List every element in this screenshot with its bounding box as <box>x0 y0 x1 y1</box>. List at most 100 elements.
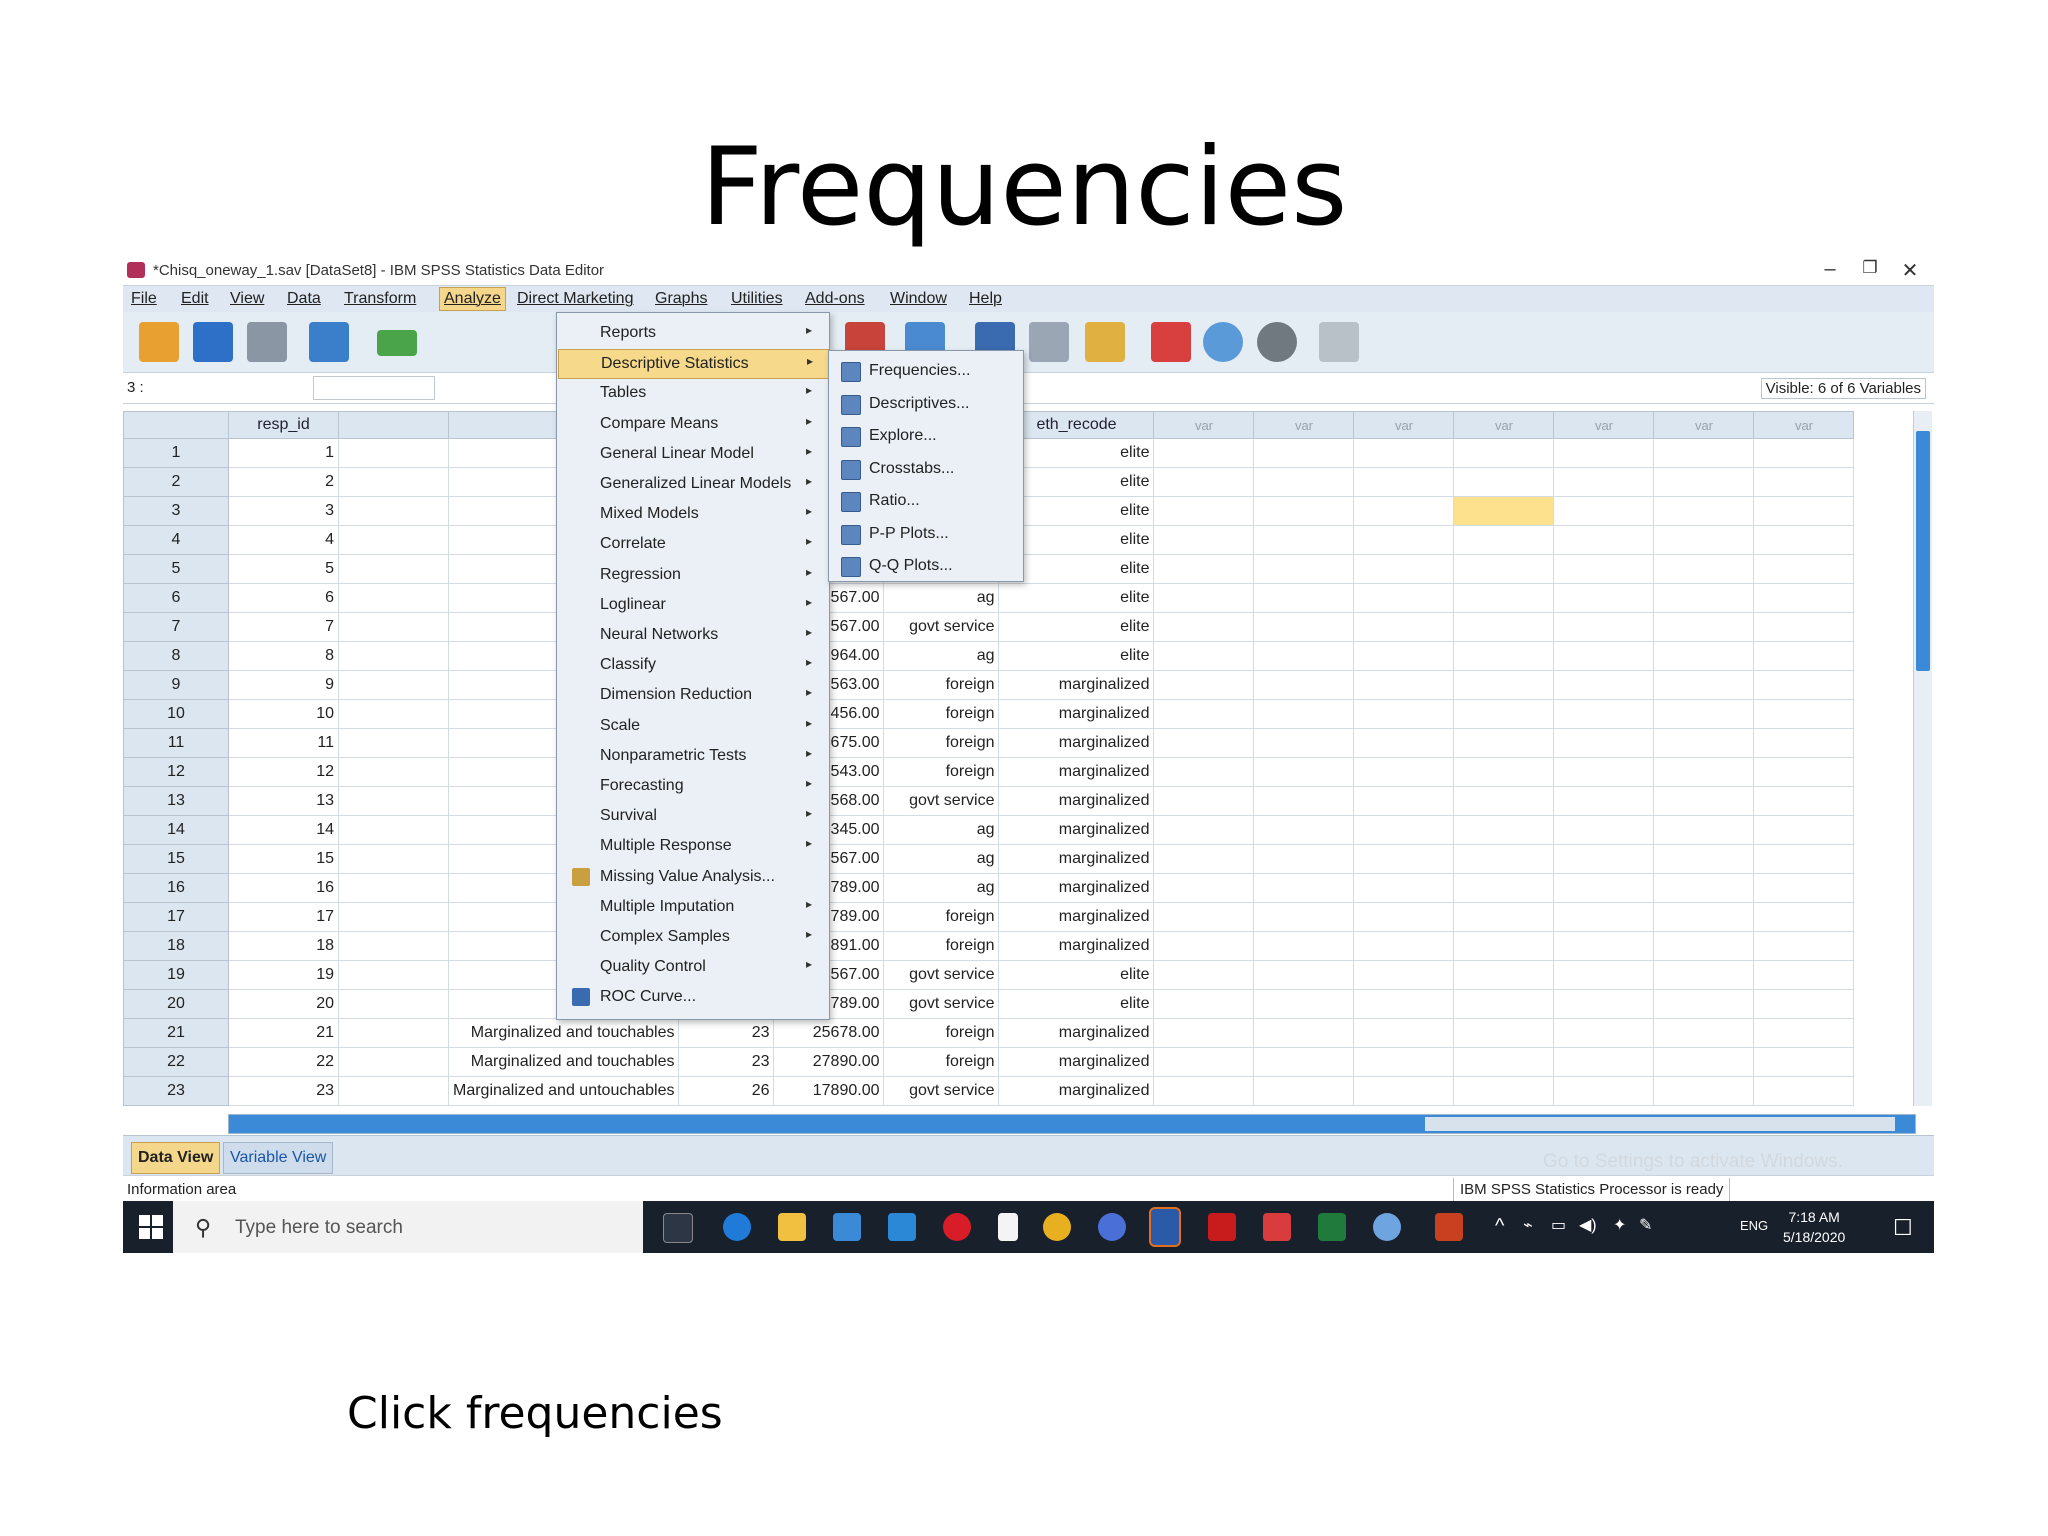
undo-icon[interactable] <box>377 330 417 356</box>
empty-var-cell[interactable] <box>1253 815 1355 845</box>
cell-eth-recode[interactable]: marginalized <box>998 786 1155 816</box>
dialog-recall-icon[interactable] <box>309 322 349 362</box>
cell-resp-id[interactable]: 14 <box>228 815 339 845</box>
cell-resp-id[interactable]: 18 <box>228 931 339 961</box>
submenu-item-qq-plots[interactable]: Q-Q Plots... <box>833 552 1019 580</box>
row-header[interactable]: 19 <box>123 960 229 990</box>
edge-browser-icon[interactable] <box>723 1213 751 1241</box>
cell-group[interactable]: Marginalized and touchables <box>447 1018 680 1048</box>
cell-eth-recode[interactable]: marginalized <box>998 670 1155 700</box>
empty-var-cell[interactable] <box>1553 873 1655 903</box>
row-header[interactable]: 13 <box>123 786 229 816</box>
empty-var-cell[interactable] <box>1253 728 1355 758</box>
battery-icon[interactable]: ▭ <box>1551 1215 1566 1235</box>
open-folder-icon[interactable] <box>139 322 179 362</box>
cell[interactable] <box>338 467 449 497</box>
corner-cell[interactable] <box>123 411 229 439</box>
analyze-menu-item[interactable]: Multiple Imputation ▸ <box>558 893 828 921</box>
cell[interactable] <box>338 786 449 816</box>
empty-var-cell[interactable] <box>1153 1076 1255 1106</box>
cell-eth-recode[interactable]: marginalized <box>998 931 1155 961</box>
menu-window[interactable]: Window <box>890 290 947 308</box>
empty-var-cell[interactable] <box>1353 728 1455 758</box>
cell-eth-recode[interactable]: marginalized <box>998 815 1155 845</box>
empty-var-cell[interactable] <box>1553 989 1655 1019</box>
empty-var-cell[interactable] <box>1253 989 1355 1019</box>
cell-eth-recode[interactable]: marginalized <box>998 728 1155 758</box>
restore-button[interactable]: ❐ <box>1850 258 1890 282</box>
close-button[interactable]: ✕ <box>1890 258 1930 282</box>
empty-var-cell[interactable] <box>1553 496 1655 526</box>
empty-var-cell[interactable] <box>1753 931 1855 961</box>
cell-occupation[interactable]: foreign <box>883 902 1000 932</box>
empty-var-cell[interactable] <box>1253 670 1355 700</box>
analyze-menu-item[interactable]: Missing Value Analysis... <box>558 863 828 891</box>
cell[interactable] <box>338 1047 449 1077</box>
vertical-scrollbar[interactable] <box>1913 411 1932 1106</box>
cell-occupation[interactable]: foreign <box>883 1018 1000 1048</box>
cell-eth-recode[interactable]: marginalized <box>998 844 1155 874</box>
empty-var-cell[interactable] <box>1453 554 1555 584</box>
empty-var-cell[interactable] <box>1453 1018 1555 1048</box>
empty-var-cell[interactable] <box>1353 786 1455 816</box>
cell-resp-id[interactable]: 5 <box>228 554 339 584</box>
menu-help[interactable]: Help <box>969 290 1002 308</box>
analyze-menu-item[interactable]: Survival ▸ <box>558 802 828 830</box>
cell-resp-id[interactable]: 13 <box>228 786 339 816</box>
empty-var-cell[interactable] <box>1453 438 1555 468</box>
cell-eth-recode[interactable]: elite <box>998 989 1155 1019</box>
empty-var-cell[interactable] <box>1353 612 1455 642</box>
taskbar-search[interactable]: ⚲ Type here to search <box>173 1201 643 1253</box>
cell[interactable]: 26 <box>678 1076 775 1106</box>
empty-var-cell[interactable] <box>1453 844 1555 874</box>
empty-var-cell[interactable] <box>1153 931 1255 961</box>
empty-var-cell[interactable] <box>1653 1076 1755 1106</box>
cell-eth-recode[interactable]: elite <box>998 612 1155 642</box>
mail-icon[interactable] <box>888 1213 916 1241</box>
empty-var-cell[interactable] <box>1253 641 1355 671</box>
empty-var-cell[interactable] <box>1753 612 1855 642</box>
empty-var-cell[interactable] <box>1553 960 1655 990</box>
empty-var-cell[interactable] <box>1153 496 1255 526</box>
row-header[interactable]: 18 <box>123 931 229 961</box>
document-icon[interactable] <box>998 1213 1018 1241</box>
empty-var-cell[interactable] <box>1553 844 1655 874</box>
empty-var-cell[interactable] <box>1353 641 1455 671</box>
app-icon[interactable] <box>1263 1213 1291 1241</box>
empty-var-cell[interactable] <box>1453 1076 1555 1106</box>
empty-var-cell[interactable] <box>1453 786 1555 816</box>
cell[interactable] <box>338 583 449 613</box>
cell[interactable] <box>338 612 449 642</box>
minimize-button[interactable]: – <box>1810 258 1850 282</box>
submenu-item-frequencies[interactable]: Frequencies... <box>833 357 1019 385</box>
empty-var-cell[interactable] <box>1753 554 1855 584</box>
submenu-item-pp-plots[interactable]: P-P Plots... <box>833 520 1019 548</box>
empty-var-cell[interactable] <box>1353 583 1455 613</box>
chevron-up-icon[interactable]: ^ <box>1495 1215 1504 1238</box>
menu-analyze[interactable]: Analyze <box>439 287 506 311</box>
analyze-menu-item[interactable]: Compare Means ▸ <box>558 410 828 438</box>
cell-occupation[interactable]: govt service <box>883 786 1000 816</box>
store-icon[interactable] <box>833 1213 861 1241</box>
cell-occupation[interactable]: ag <box>883 641 1000 671</box>
cell-resp-id[interactable]: 2 <box>228 467 339 497</box>
empty-var-cell[interactable] <box>1453 612 1555 642</box>
empty-var-cell[interactable] <box>1253 438 1355 468</box>
empty-var-cell[interactable] <box>1453 931 1555 961</box>
menu-direct-marketing[interactable]: Direct Marketing <box>517 290 633 308</box>
cell-eth-recode[interactable]: marginalized <box>998 1018 1155 1048</box>
cell-occupation[interactable]: foreign <box>883 931 1000 961</box>
cell-resp-id[interactable]: 16 <box>228 873 339 903</box>
row-header[interactable]: 5 <box>123 554 229 584</box>
empty-var-cell[interactable] <box>1653 757 1755 787</box>
cell-eth-recode[interactable]: marginalized <box>998 1047 1155 1077</box>
cell-resp-id[interactable]: 22 <box>228 1047 339 1077</box>
analyze-menu-item[interactable]: Mixed Models ▸ <box>558 500 828 528</box>
opera-icon[interactable] <box>943 1213 971 1241</box>
empty-var-cell[interactable] <box>1753 902 1855 932</box>
cell[interactable] <box>338 1018 449 1048</box>
empty-var-cell[interactable] <box>1553 670 1655 700</box>
weight-cases-icon[interactable] <box>1029 322 1069 362</box>
empty-var-cell[interactable] <box>1753 786 1855 816</box>
cell-resp-id[interactable]: 10 <box>228 699 339 729</box>
